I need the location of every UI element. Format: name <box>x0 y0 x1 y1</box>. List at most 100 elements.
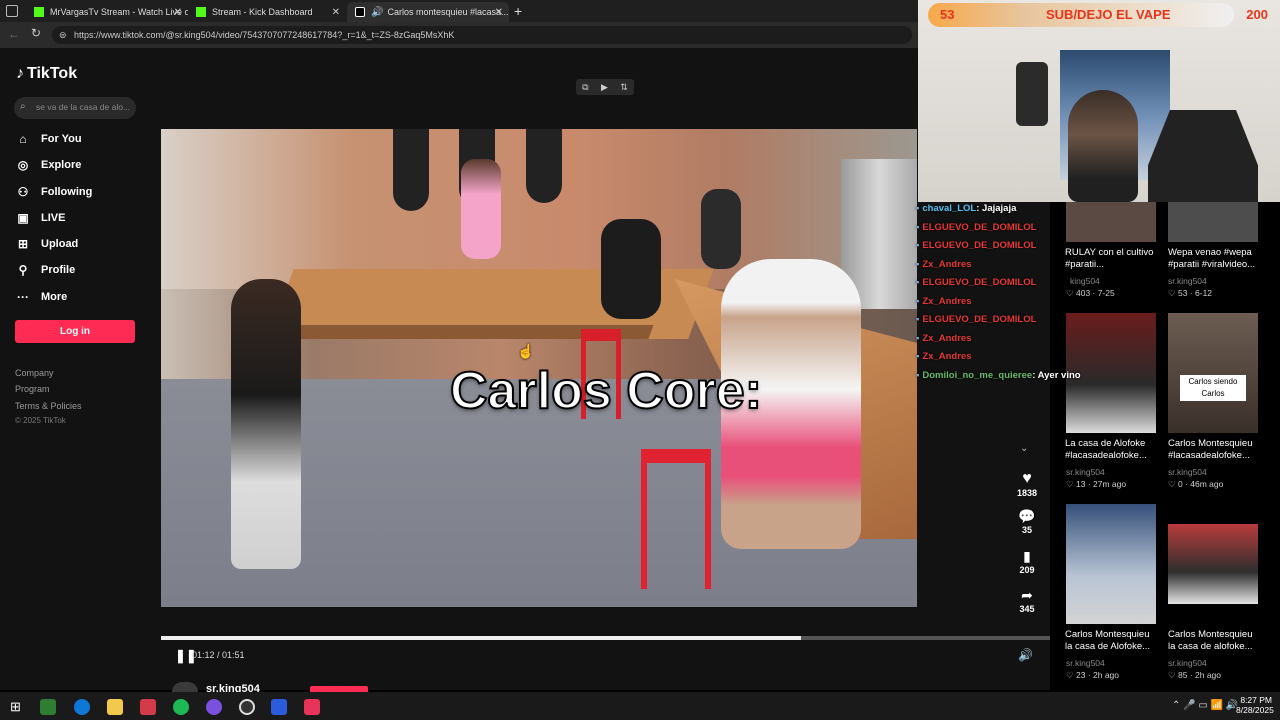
share-button[interactable]: ➦ 345 <box>1014 587 1040 614</box>
url-field[interactable]: ⊜ https://www.tiktok.com/@sr.king504/vid… <box>52 26 912 44</box>
tab-mrvargastv[interactable]: MrVargasTv Stream - Watch Live o... ✕ <box>26 2 188 22</box>
share-count: 345 <box>1019 604 1035 614</box>
nav-upload[interactable]: ⊞ Upload <box>16 237 78 251</box>
wall-decoration <box>526 129 562 203</box>
bookmark-icon: ▮ <box>1023 548 1031 564</box>
heart-icon: ♥ <box>1022 470 1032 487</box>
tiktok-note-icon: ♪ <box>16 65 24 82</box>
file-explorer-icon[interactable] <box>107 699 123 715</box>
related-user[interactable]: sr.king504 <box>1066 658 1105 668</box>
clock[interactable]: 8:27 PM 8/28/2025 <box>1236 695 1274 715</box>
related-user[interactable]: sr.king504 <box>1066 467 1105 477</box>
chat-username: Domiloi_no_me_quieree <box>922 369 1033 381</box>
volume-icon[interactable]: 🔊 <box>1018 648 1033 662</box>
nav-following[interactable]: ⚇ Following <box>16 185 93 199</box>
tiktok-logo[interactable]: ♪ TikTok <box>16 65 77 83</box>
obs-icon[interactable] <box>239 699 255 715</box>
avatar[interactable] <box>172 682 198 692</box>
like-button[interactable]: ♥ 1838 <box>1014 470 1040 498</box>
tab-actions-icon[interactable] <box>6 5 18 17</box>
tab-tiktok[interactable]: 🔊 Carlos montesquieu #lacasa... ✕ <box>347 2 509 22</box>
related-stats: ♡ 53 · 6-12 <box>1168 288 1213 298</box>
spotify-icon[interactable] <box>173 699 189 715</box>
footer-program[interactable]: Program <box>15 384 50 394</box>
related-user[interactable]: king504 <box>1070 276 1100 286</box>
chat-message: ▪ Zx_Andres <box>916 259 971 270</box>
related-user[interactable]: sr.king504 <box>1168 276 1207 286</box>
person <box>601 219 661 319</box>
comment-button[interactable]: 💬 35 <box>1014 508 1040 535</box>
related-thumbnail[interactable]: Carlos siendo Carlos <box>1168 313 1258 433</box>
chat-text: : Ayer vino <box>1032 369 1081 381</box>
progress-track[interactable] <box>161 636 1050 640</box>
nav-live[interactable]: ▣ LIVE <box>16 211 65 225</box>
chevron-down-icon[interactable]: ⌄ <box>1020 443 1028 454</box>
related-title[interactable]: La casa de Alofoke #lacasadealofoke... <box>1065 438 1165 462</box>
autoscroll-icon[interactable]: ⇅ <box>620 82 628 93</box>
url-text: https://www.tiktok.com/@sr.king504/video… <box>74 30 455 40</box>
miniplayer-icon[interactable]: ▶ <box>601 82 608 93</box>
nav-explore[interactable]: ◎ Explore <box>16 158 82 172</box>
save-button[interactable]: ▮ 209 <box>1014 548 1040 575</box>
share-icon: ➦ <box>1021 587 1033 603</box>
search-input[interactable]: ⌕ se va de la casa de alo... <box>14 97 136 119</box>
related-title[interactable]: Wepa venao #wepa #paratii #viralvideo... <box>1168 247 1268 271</box>
nav-more[interactable]: ··· More <box>16 290 67 304</box>
tab-kick-dashboard[interactable]: Stream - Kick Dashboard ✕ <box>188 2 346 22</box>
chat-username: Zx_Andres <box>922 351 972 362</box>
related-user[interactable]: sr.king504 <box>1168 658 1207 668</box>
edge-browser-icon[interactable] <box>74 699 90 715</box>
related-thumbnail[interactable] <box>1066 504 1156 624</box>
author-name[interactable]: sr.king504 <box>206 683 260 692</box>
address-bar: ← ↻ ⊜ https://www.tiktok.com/@sr.king504… <box>0 22 918 48</box>
search-icon: ⌕ <box>20 101 26 112</box>
footer-copyright: © 2025 TikTok <box>15 416 66 425</box>
thumbnail-text: Carlos siendo Carlos <box>1180 375 1246 401</box>
related-thumbnail[interactable] <box>1168 524 1258 604</box>
chat-username: ELGUEVO_DE_DOMILOL <box>922 221 1037 233</box>
site-info-icon[interactable]: ⊜ <box>59 26 67 44</box>
nav-for-you[interactable]: ⌂ For You <box>16 132 81 146</box>
pip-icon[interactable]: ⧉ <box>582 82 588 93</box>
nav-profile[interactable]: ⚲ Profile <box>16 263 76 277</box>
tab-label: Stream - Kick Dashboard <box>212 7 313 17</box>
tiktok-app-icon[interactable] <box>304 699 320 715</box>
following-icon: ⚇ <box>17 185 29 199</box>
back-icon[interactable]: ← <box>8 27 20 41</box>
related-title[interactable]: Carlos Montesquieu #lacasadealofoke... <box>1168 438 1268 462</box>
video-frame[interactable]: Carlos Core: ☝ <box>161 129 917 607</box>
related-thumbnail[interactable] <box>1066 202 1156 242</box>
related-title[interactable]: Carlos Montesquieu la casa de Alofoke... <box>1065 629 1165 653</box>
app-icon[interactable] <box>271 699 287 715</box>
chat-badge-icon: ▪ <box>916 351 920 362</box>
login-button[interactable]: Log in <box>15 320 135 343</box>
chat-badge-icon: ▪ <box>916 277 920 288</box>
related-user[interactable]: sr.king504 <box>1168 467 1207 477</box>
footer-terms[interactable]: Terms & Policies <box>15 401 82 411</box>
new-tab-button[interactable]: + <box>514 3 522 19</box>
close-icon[interactable]: ✕ <box>332 7 340 18</box>
terminal-icon[interactable] <box>40 699 56 715</box>
related-title[interactable]: Carlos Montesquieu la casa de alofoke... <box>1168 629 1268 653</box>
discord-icon[interactable] <box>206 699 222 715</box>
comment-count: 35 <box>1021 525 1032 535</box>
related-stats: ♡ 403 · 7-25 <box>1066 288 1115 298</box>
chat-username: Zx_Andres <box>922 258 972 270</box>
related-title[interactable]: RULAY con el cultivo #paratii... <box>1065 247 1165 271</box>
close-icon[interactable]: ✕ <box>495 7 503 18</box>
chat-username: Zx_Andres <box>922 332 972 344</box>
windows-start-icon[interactable]: ⊞ <box>10 699 21 715</box>
related-thumbnail[interactable] <box>1168 202 1258 242</box>
video-caption: Carlos Core: <box>449 361 763 421</box>
chat-message: ▪ ELGUEVO_DE_DOMILOL <box>916 314 1036 325</box>
refresh-icon[interactable]: ↻ <box>31 26 41 40</box>
app-icon[interactable] <box>140 699 156 715</box>
chat-username: Zx_Andres <box>922 295 972 307</box>
related-stats: ♡ 23 · 2h ago <box>1066 670 1120 680</box>
close-icon[interactable]: ✕ <box>174 7 182 18</box>
system-tray-icons[interactable]: ⌃ 🎤 ▭ 📶 🔊 <box>1172 700 1238 711</box>
footer-company[interactable]: Company <box>15 368 54 378</box>
wall-poster <box>1016 62 1048 126</box>
chat-message: ▪ Domiloi_no_me_quieree: Ayer vino <box>916 370 1081 381</box>
treadmill <box>1148 110 1258 202</box>
